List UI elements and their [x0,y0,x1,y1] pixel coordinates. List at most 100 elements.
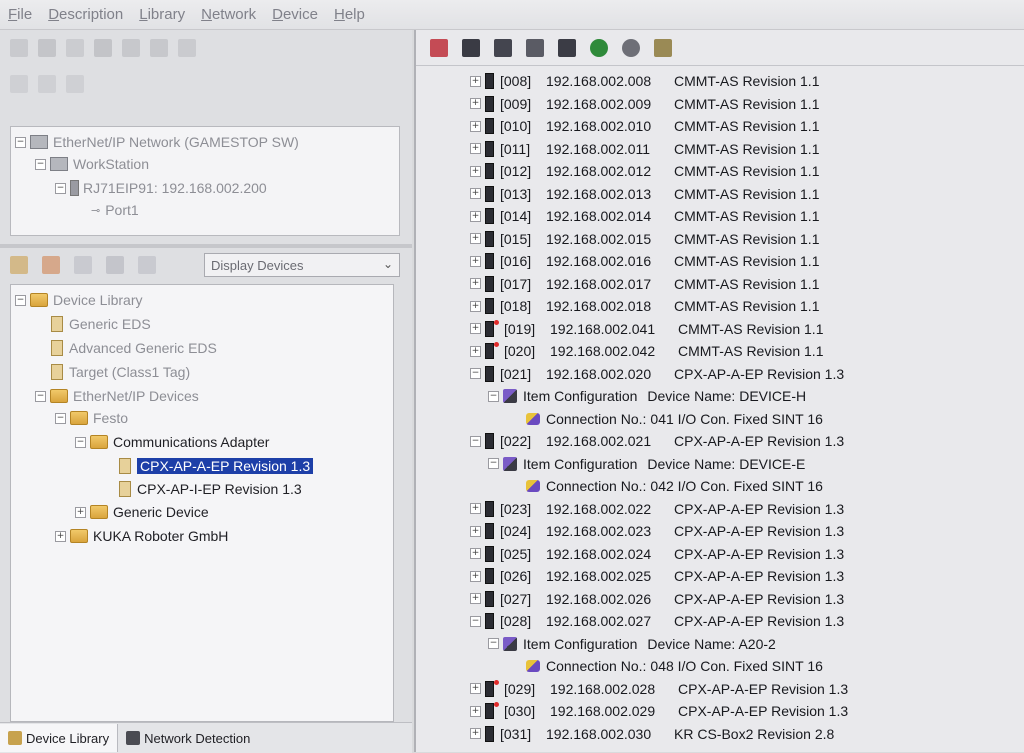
device-row[interactable]: + [019] 192.168.002.041 CMMT-AS Revision 1.… [470,318,823,340]
expand-icon[interactable]: + [470,728,481,739]
expand-icon[interactable]: + [470,165,481,177]
collapse-icon[interactable]: − [15,294,26,306]
expand-icon[interactable]: + [470,345,481,357]
device-row[interactable]: − [028] 192.168.002.027 CPX-AP-A-EP Revisio… [470,610,844,632]
online-icon[interactable] [590,38,608,57]
library-generic-device[interactable]: + Generic Device [75,501,209,523]
collapse-icon[interactable]: − [488,458,499,469]
item-configuration-row[interactable]: − Item Configuration Device Name: DEVICE-H [488,385,806,407]
expand-icon[interactable]: + [470,323,481,334]
device-row[interactable]: + [011] 192.168.002.011 CMMT-AS Revision 1.… [470,138,819,160]
pin-icon[interactable] [66,75,84,93]
library-festo[interactable]: − Festo [55,407,128,429]
monitor-icon[interactable] [654,38,672,57]
library-comm-adapter[interactable]: − Communications Adapter [75,431,269,453]
expand-icon[interactable]: + [470,300,481,312]
item-configuration-row[interactable]: − Item Configuration Device Name: DEVICE-E [488,453,805,475]
library-target[interactable]: Target (Class1 Tag) [51,361,190,383]
save-icon[interactable] [38,39,56,57]
connection-row[interactable]: Connection No.: 041 I/O Con. Fixed SINT 1… [526,408,823,430]
expand-icon[interactable]: + [470,210,481,222]
display-devices-select[interactable]: Display Devices ⌄ [204,253,400,277]
library-item-cpx-ap-i-ep[interactable]: CPX-AP-I-EP Revision 1.3 [119,478,302,500]
menu-description[interactable]: Description [48,6,123,23]
library-ethernet-devices[interactable]: − EtherNet/IP Devices [35,385,199,407]
expand-icon[interactable]: + [470,278,481,289]
print-icon[interactable] [94,39,112,57]
device-row[interactable]: + [026] 192.168.002.025 CPX-AP-A-EP Revisio… [470,565,844,587]
remove-library-icon[interactable] [42,256,60,274]
library-item-cpx-ap-a-ep[interactable]: CPX-AP-A-EP Revision 1.3 [119,455,314,477]
menu-library[interactable]: Library [139,6,185,23]
device-row[interactable]: + [014] 192.168.002.014 CMMT-AS Revision 1.… [470,205,819,227]
module-node[interactable]: − RJ71EIP91: 192.168.002.200 [55,177,267,199]
collapse-icon[interactable]: − [470,435,481,447]
library-generic-eds[interactable]: Generic EDS [51,313,151,335]
device-row[interactable]: + [012] 192.168.002.012 CMMT-AS Revision 1.… [470,160,819,182]
menu-help[interactable]: Help [334,6,365,23]
disconnect-icon[interactable] [38,75,56,93]
collapse-icon[interactable]: − [15,136,26,148]
device-row[interactable]: + [025] 192.168.002.024 CPX-AP-A-EP Revisio… [470,543,844,565]
expand-icon[interactable]: + [470,98,481,109]
expand-icon[interactable]: + [470,255,481,267]
chevron-down-icon[interactable]: ⌄ [383,257,393,271]
expand-icon[interactable]: + [470,548,481,559]
collapse-icon[interactable]: − [488,390,499,402]
device-row[interactable]: + [013] 192.168.002.013 CMMT-AS Revision 1.… [470,183,819,205]
library-root-node[interactable]: − Device Library [15,289,142,311]
device-row[interactable]: + [029] 192.168.002.028 CPX-AP-A-EP Revisio… [470,678,848,700]
network-map-icon[interactable] [558,38,576,57]
tools-icon[interactable] [66,39,84,57]
device-row[interactable]: + [020] 192.168.002.042 CMMT-AS Revision 1.… [470,340,823,362]
new-icon[interactable] [10,39,28,57]
device-row[interactable]: + [018] 192.168.002.018 CMMT-AS Revision 1.… [470,295,819,317]
collapse-icon[interactable]: − [75,436,86,448]
device-row[interactable]: + [010] 192.168.002.010 CMMT-AS Revision 1.… [470,115,819,137]
collapse-icon[interactable]: − [35,158,46,170]
device-row[interactable]: + [016] 192.168.002.016 CMMT-AS Revision 1.… [470,250,819,272]
expand-icon[interactable]: + [470,120,481,132]
menu-file[interactable]: File [8,6,32,23]
expand-icon[interactable]: + [55,530,66,542]
device-row[interactable]: + [024] 192.168.002.023 CPX-AP-A-EP Revisio… [470,520,844,542]
device-row[interactable]: − [022] 192.168.002.021 CPX-AP-A-EP Revisio… [470,430,844,452]
expand-icon[interactable]: + [470,593,481,604]
help-icon[interactable] [178,39,196,57]
collapse-icon[interactable]: − [55,182,66,194]
library-advanced-generic-eds[interactable]: Advanced Generic EDS [51,337,217,359]
tab-device-library[interactable]: Device Library [0,724,119,752]
library-kuka[interactable]: + KUKA Roboter GmbH [55,525,228,547]
export-icon[interactable] [74,256,92,274]
menu-network[interactable]: Network [201,6,256,23]
upload-icon[interactable] [462,38,480,57]
window-icon[interactable] [122,39,140,57]
delete-icon[interactable] [430,38,448,57]
collapse-icon[interactable]: − [55,412,66,424]
port-node[interactable]: ⊸ Port1 [91,199,139,221]
expand-icon[interactable]: + [75,506,86,518]
network-root-node[interactable]: − EtherNet/IP Network (GAMESTOP SW) [15,131,299,153]
collapse-icon[interactable]: − [488,638,499,649]
device-row[interactable]: + [031] 192.168.002.030 KR CS-Box2 Revision… [470,723,834,745]
expand-icon[interactable]: + [470,188,481,199]
pane-splitter[interactable] [0,244,412,248]
device-row[interactable]: + [009] 192.168.002.009 CMMT-AS Revision 1.… [470,93,819,115]
expand-icon[interactable]: + [470,705,481,717]
expand-icon[interactable]: + [470,503,481,514]
expand-icon[interactable]: + [470,143,481,154]
device-row[interactable]: + [015] 192.168.002.015 CMMT-AS Revision 1.… [470,228,819,250]
device-row[interactable]: + [017] 192.168.002.017 CMMT-AS Revision 1.… [470,273,819,295]
workstation-node[interactable]: − WorkStation [35,153,149,175]
device-row[interactable]: + [008] 192.168.002.008 CMMT-AS Revision 1.… [470,70,819,92]
collapse-icon[interactable]: − [470,615,481,627]
expand-icon[interactable]: + [470,525,481,537]
offline-icon[interactable] [622,38,640,57]
connection-row[interactable]: Connection No.: 048 I/O Con. Fixed SINT 1… [526,655,823,677]
expand-icon[interactable]: + [470,683,481,694]
device-row[interactable]: + [027] 192.168.002.026 CPX-AP-A-EP Revisio… [470,588,844,610]
properties-icon[interactable] [138,256,156,274]
add-library-icon[interactable] [10,256,28,274]
device-row[interactable]: + [023] 192.168.002.022 CPX-AP-A-EP Revisio… [470,498,844,520]
grid-icon[interactable] [494,38,512,57]
